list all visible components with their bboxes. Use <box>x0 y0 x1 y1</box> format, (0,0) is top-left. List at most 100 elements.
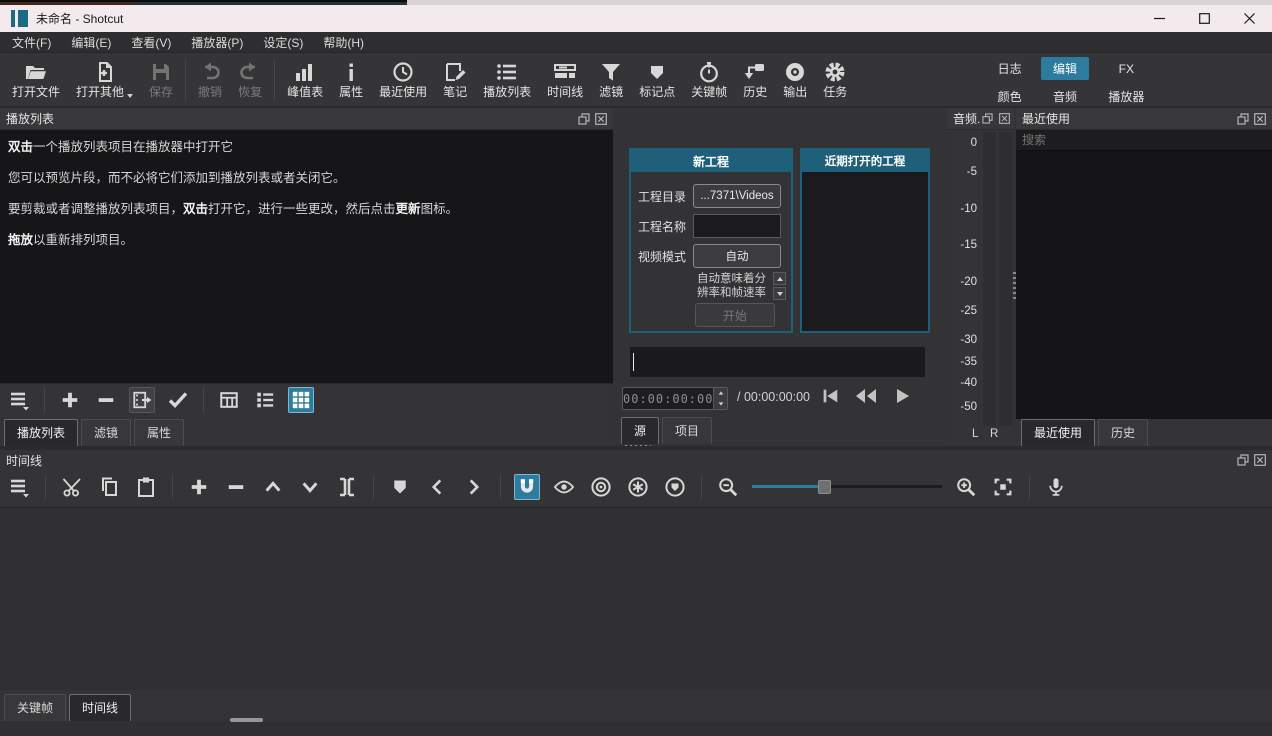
tab-project[interactable]: 项目 <box>662 417 712 444</box>
zoom-in-button[interactable] <box>953 474 979 500</box>
close-button[interactable] <box>1227 5 1272 32</box>
peak-meter-button[interactable]: 峰值表 <box>279 56 331 103</box>
marker-button[interactable] <box>387 474 413 500</box>
copy-icon <box>98 476 120 498</box>
next-marker-button[interactable] <box>461 474 487 500</box>
playlist-menu-button[interactable] <box>6 387 32 413</box>
record-audio-button[interactable] <box>1043 474 1069 500</box>
tab-timeline[interactable]: 时间线 <box>69 694 131 721</box>
skip-to-start-button[interactable] <box>818 384 842 408</box>
playlist-open-as-clip-button[interactable] <box>129 387 155 413</box>
float-panel-button[interactable] <box>1236 112 1249 125</box>
history-button[interactable]: 历史 <box>735 56 775 103</box>
toolbar-separator <box>274 60 275 100</box>
timeline-horizontal-scrollbar[interactable] <box>230 718 263 722</box>
redo-button[interactable]: 恢复 <box>230 56 270 103</box>
play-button[interactable] <box>890 384 914 408</box>
timeline-menu-button[interactable] <box>6 474 32 500</box>
layout-editing-button[interactable]: 编辑 <box>1041 57 1088 80</box>
slider-thumb[interactable] <box>818 480 831 494</box>
close-panel-button[interactable] <box>594 112 607 125</box>
export-button[interactable]: 输出 <box>775 56 815 103</box>
recent-projects-list[interactable] <box>802 172 928 331</box>
scroll-up-button[interactable] <box>773 272 786 285</box>
timecode-spinbox[interactable]: 00:00:00:00 <box>622 387 728 410</box>
playlist-table-view-button[interactable] <box>216 387 242 413</box>
tab-keyframes[interactable]: 关键帧 <box>4 694 66 721</box>
minimize-button[interactable] <box>1137 5 1182 32</box>
video-mode-button[interactable]: 自动 <box>693 244 781 268</box>
playlist-remove-button[interactable] <box>93 387 119 413</box>
close-panel-button[interactable] <box>998 112 1011 125</box>
float-panel-button[interactable] <box>577 112 590 125</box>
ripple-all-tracks-button[interactable] <box>625 474 651 500</box>
tab-recent[interactable]: 最近使用 <box>1021 419 1095 446</box>
timecode-up-button[interactable] <box>714 388 727 399</box>
playlist-add-button[interactable] <box>57 387 83 413</box>
menu-help[interactable]: 帮助(H) <box>313 32 374 52</box>
timeline-button[interactable]: 时间线 <box>539 56 591 103</box>
menu-player[interactable]: 播放器(P) <box>181 32 253 52</box>
filters-button[interactable]: 滤镜 <box>591 56 631 103</box>
scrub-while-dragging-button[interactable] <box>551 474 577 500</box>
playlist-icon-view-button[interactable] <box>288 387 314 413</box>
menu-edit[interactable]: 编辑(E) <box>61 32 121 52</box>
recent-button[interactable]: 最近使用 <box>371 56 435 103</box>
project-folder-button[interactable]: ...7371\Videos <box>693 184 781 208</box>
playlist-toolbar <box>0 383 613 415</box>
layout-color-button[interactable]: 颜色 <box>986 85 1033 108</box>
playlist-detail-view-button[interactable] <box>252 387 278 413</box>
copy-button[interactable] <box>96 474 122 500</box>
undo-button[interactable]: 撤销 <box>190 56 230 103</box>
snap-toggle-button[interactable] <box>514 474 540 500</box>
ripple-markers-button[interactable] <box>662 474 688 500</box>
zoom-out-button[interactable] <box>715 474 741 500</box>
layout-logging-button[interactable]: 日志 <box>986 57 1033 80</box>
float-panel-button[interactable] <box>1236 454 1249 467</box>
menu-view[interactable]: 查看(V) <box>121 32 181 52</box>
project-name-input[interactable] <box>693 214 781 238</box>
close-panel-button[interactable] <box>1253 454 1266 467</box>
paste-button[interactable] <box>133 474 159 500</box>
save-button[interactable]: 保存 <box>141 56 181 103</box>
playlist-button[interactable]: 播放列表 <box>475 56 539 103</box>
cut-button[interactable] <box>59 474 85 500</box>
menu-file[interactable]: 文件(F) <box>2 32 61 52</box>
tab-source[interactable]: 源 <box>621 417 659 444</box>
float-panel-button[interactable] <box>981 112 994 125</box>
previous-marker-button[interactable] <box>424 474 450 500</box>
timecode-down-button[interactable] <box>714 399 727 410</box>
start-button[interactable]: 开始 <box>695 303 775 327</box>
keyframes-button[interactable]: 关键帧 <box>683 56 735 103</box>
layout-player-button[interactable]: 播放器 <box>1097 85 1156 108</box>
open-other-button[interactable]: 打开其他 <box>68 56 141 103</box>
close-panel-button[interactable] <box>1253 112 1266 125</box>
jobs-button[interactable]: 任务 <box>815 56 855 103</box>
rewind-button[interactable] <box>854 384 878 408</box>
timeline-zoom-slider[interactable] <box>752 479 942 495</box>
recent-list[interactable] <box>1016 130 1272 419</box>
scroll-down-button[interactable] <box>773 287 786 300</box>
split-button[interactable] <box>334 474 360 500</box>
playlist-update-button[interactable] <box>165 387 191 413</box>
recent-search-input[interactable] <box>1016 130 1272 151</box>
menu-settings[interactable]: 设定(S) <box>253 32 313 52</box>
tab-history[interactable]: 历史 <box>1098 419 1148 446</box>
zoom-fit-button[interactable] <box>990 474 1016 500</box>
tab-filters[interactable]: 滤镜 <box>81 419 131 446</box>
ripple-trim-drop-button[interactable] <box>588 474 614 500</box>
layout-audio-button[interactable]: 音频 <box>1041 85 1088 108</box>
overwrite-button[interactable] <box>297 474 323 500</box>
player-seek-bar[interactable] <box>630 347 925 377</box>
tab-properties[interactable]: 属性 <box>134 419 184 446</box>
lift-button[interactable] <box>260 474 286 500</box>
layout-fx-button[interactable]: FX <box>1097 59 1156 79</box>
ripple-delete-button[interactable] <box>223 474 249 500</box>
maximize-button[interactable] <box>1182 5 1227 32</box>
properties-button[interactable]: 属性 <box>331 56 371 103</box>
append-button[interactable] <box>186 474 212 500</box>
markers-button[interactable]: 标记点 <box>631 56 683 103</box>
open-file-button[interactable]: 打开文件 <box>4 56 68 103</box>
notes-button[interactable]: 笔记 <box>435 56 475 103</box>
tab-playlist[interactable]: 播放列表 <box>4 419 78 446</box>
